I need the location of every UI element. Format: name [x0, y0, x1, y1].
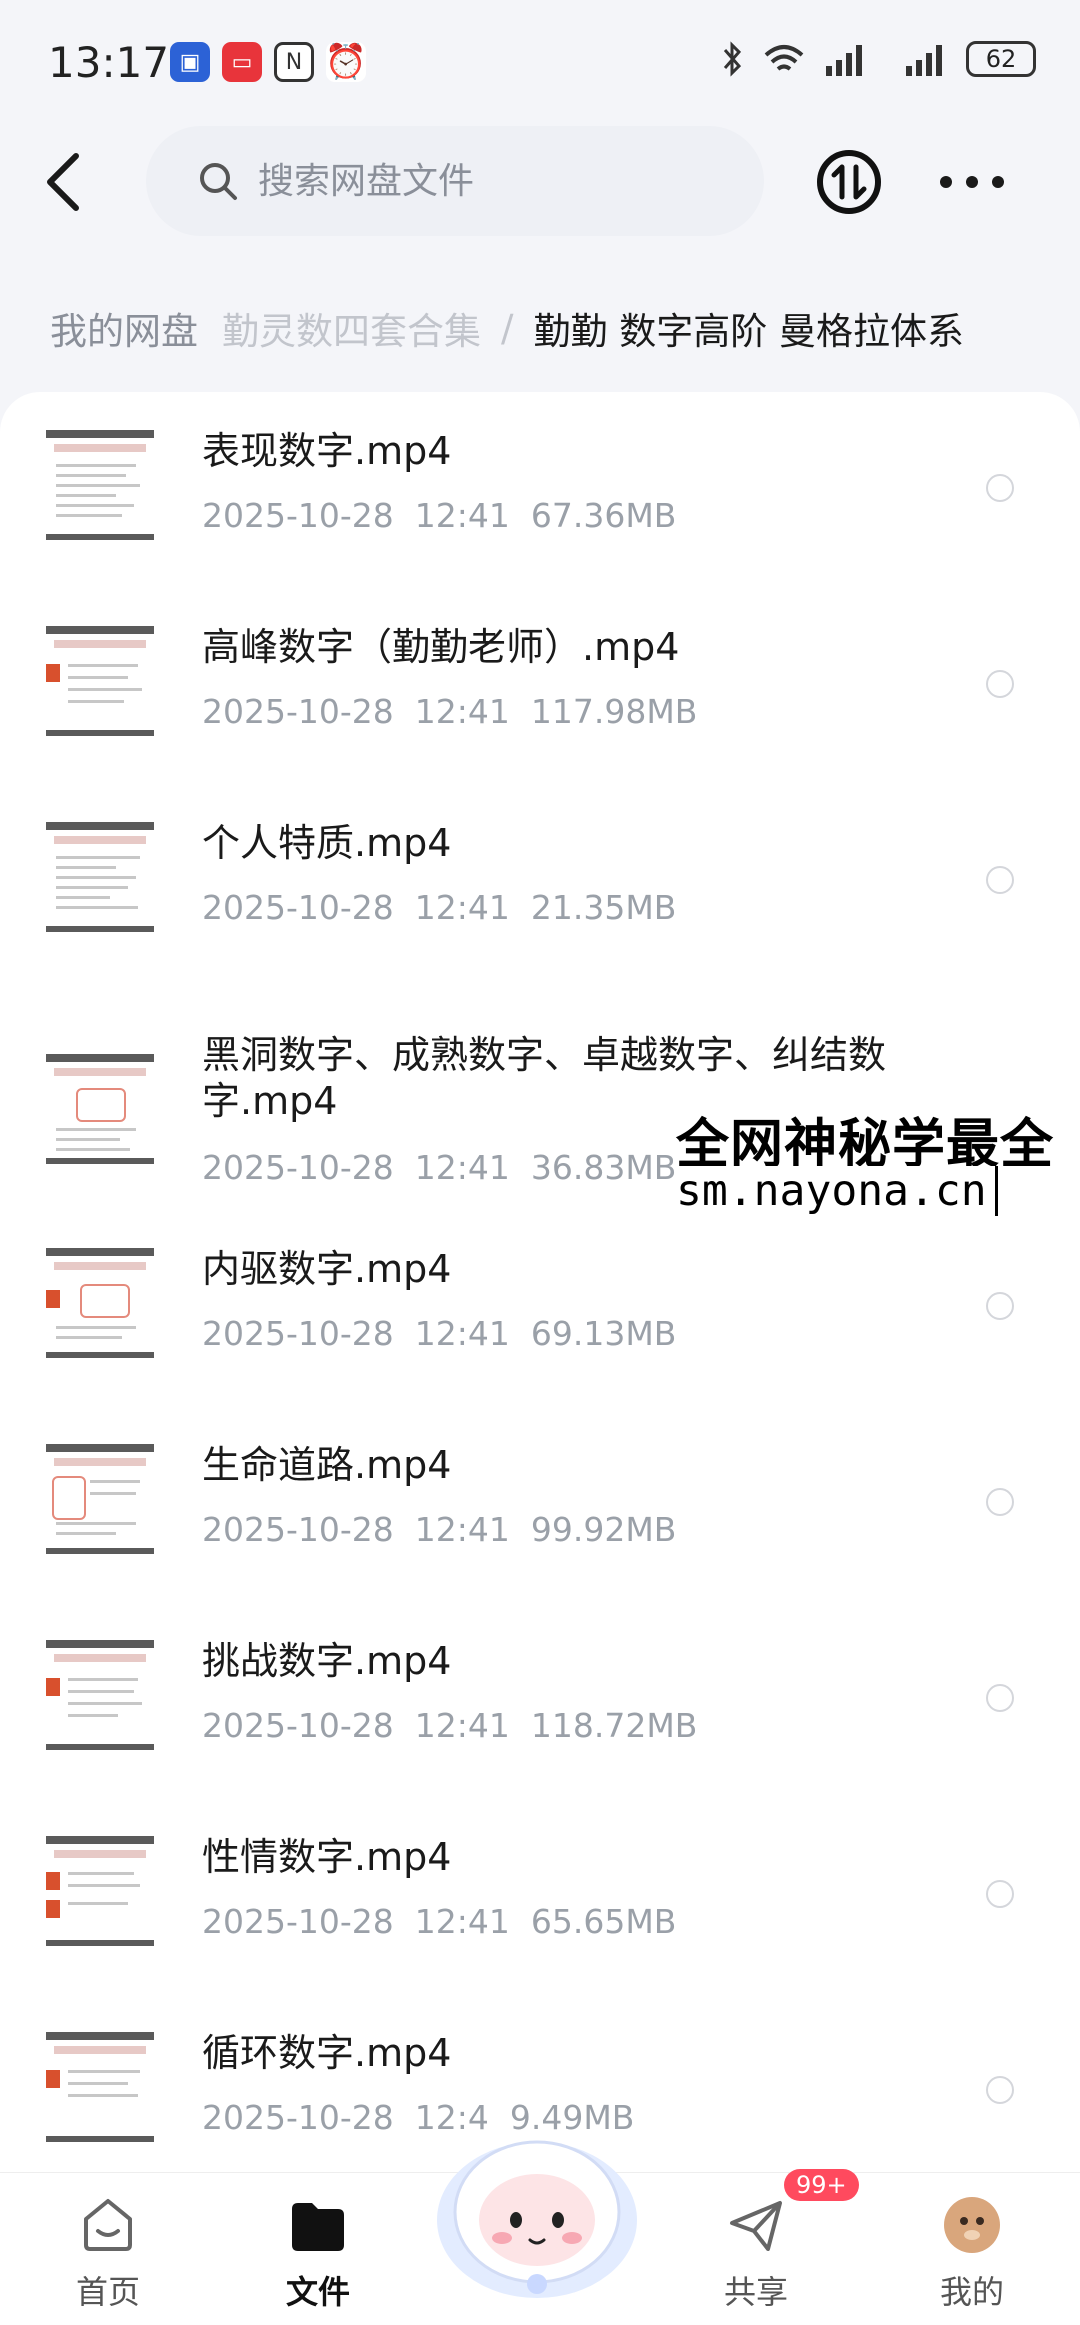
video-thumbnail: [46, 1054, 154, 1164]
back-arrow-icon[interactable]: [38, 150, 98, 214]
file-row[interactable]: 高峰数字（勤勤老师）.mp4 2025-10-28 12:41 117.98MB: [0, 622, 1080, 772]
alarm-icon: ⏰: [324, 42, 368, 82]
nfc-icon: N: [274, 42, 314, 82]
status-bar: 13:17 ▣ ▭ N ⏰ 62: [0, 0, 1080, 120]
notification-icons: ▣ ▭ N ⏰: [170, 42, 368, 82]
file-meta: 2025-10-28 12:41 69.13MB: [202, 1314, 677, 1353]
video-thumbnail: [46, 822, 154, 932]
file-name: 表现数字.mp4: [202, 429, 452, 473]
file-row[interactable]: 生命道路.mp4 2025-10-28 12:41 99.92MB: [0, 1440, 1080, 1590]
battery-level: 62: [985, 45, 1017, 73]
nav-share-label: 共享: [723, 2273, 788, 2311]
file-row[interactable]: 性情数字.mp4 2025-10-28 12:41 65.65MB: [0, 1832, 1080, 1982]
battery-indicator: 62: [966, 41, 1036, 77]
breadcrumb-current: 勤勤 数字高阶 曼格拉体系: [533, 310, 964, 353]
file-row[interactable]: 表现数字.mp4 2025-10-28 12:41 67.36MB: [0, 426, 1080, 576]
video-thumbnail: [46, 1836, 154, 1946]
select-radio[interactable]: [986, 1292, 1014, 1320]
top-bar: [0, 126, 1080, 238]
more-options-icon[interactable]: [940, 166, 1004, 198]
file-name: 性情数字.mp4: [202, 1835, 452, 1879]
breadcrumb: 我的网盘 勤灵数四套合集 / 勤勤 数字高阶 曼格拉体系: [0, 296, 1080, 360]
select-radio[interactable]: [986, 2076, 1014, 2104]
transfer-list-icon[interactable]: [816, 149, 882, 215]
file-meta: 2025-10-28 12:41 65.65MB: [202, 1902, 677, 1941]
file-name: 个人特质.mp4: [202, 821, 452, 865]
wifi-icon: [764, 45, 804, 71]
nav-files[interactable]: 文件: [218, 2173, 418, 2325]
nav-home-label: 首页: [75, 2273, 140, 2311]
nav-mine[interactable]: 我的: [872, 2173, 1072, 2325]
folder-icon: [292, 2203, 344, 2251]
status-time: 13:17: [48, 38, 170, 87]
file-meta: 2025-10-28 12:41 36.83MB: [202, 1148, 677, 1187]
video-thumbnail: [46, 1444, 154, 1554]
file-meta: 2025-10-28 12:41 118.72MB: [202, 1706, 698, 1745]
system-status: 62: [722, 40, 1036, 78]
file-name: 生命道路.mp4: [202, 1443, 452, 1487]
mascot-assistant-icon[interactable]: [432, 2112, 642, 2302]
select-radio[interactable]: [986, 474, 1014, 502]
avatar: [944, 2197, 1000, 2253]
search-icon: [200, 163, 237, 200]
nav-share[interactable]: 99+ 共享: [656, 2169, 859, 2325]
signal-icon: [826, 45, 862, 76]
file-list: 表现数字.mp4 2025-10-28 12:41 67.36MB 高峰数字（勤…: [0, 392, 1080, 2172]
video-thumbnail: [46, 626, 154, 736]
video-thumbnail: [46, 2032, 154, 2142]
select-radio[interactable]: [986, 1880, 1014, 1908]
breadcrumb-root[interactable]: 我的网盘: [50, 301, 198, 355]
file-name: 循环数字.mp4: [202, 2031, 452, 2075]
file-meta: 2025-10-28 12:41 21.35MB: [202, 888, 677, 927]
file-row[interactable]: 挑战数字.mp4 2025-10-28 12:41 118.72MB: [0, 1636, 1080, 1786]
select-radio[interactable]: [986, 1488, 1014, 1516]
file-meta: 2025-10-28 12:41 67.36MB: [202, 496, 677, 535]
search-bar[interactable]: [146, 126, 764, 236]
file-meta: 2025-10-28 12:41 99.92MB: [202, 1510, 677, 1549]
home-icon: [84, 2199, 132, 2251]
select-radio[interactable]: [986, 670, 1014, 698]
breadcrumb-parent[interactable]: 勤灵数四套合集: [222, 301, 481, 355]
signal-icon-2: [906, 45, 942, 76]
search-input[interactable]: [256, 159, 740, 203]
file-meta: 2025-10-28 12:41 117.98MB: [202, 692, 698, 731]
bluetooth-icon: [723, 41, 742, 77]
file-row[interactable]: 个人特质.mp4 2025-10-28 12:41 21.35MB: [0, 818, 1080, 968]
video-thumbnail: [46, 1248, 154, 1358]
select-radio[interactable]: [986, 866, 1014, 894]
breadcrumb-separator: /: [501, 306, 514, 350]
video-thumbnail: [46, 430, 154, 540]
file-name: 内驱数字.mp4: [202, 1247, 452, 1291]
file-row[interactable]: 内驱数字.mp4 2025-10-28 12:41 69.13MB: [0, 1244, 1080, 1394]
file-name: 挑战数字.mp4: [202, 1639, 452, 1683]
video-thumbnail: [46, 1640, 154, 1750]
calendar-app-icon: ▣: [170, 42, 210, 82]
file-name: 高峰数字（勤勤老师）.mp4: [202, 625, 680, 669]
nav-home[interactable]: 首页: [8, 2173, 208, 2325]
select-radio[interactable]: [986, 1684, 1014, 1712]
share-badge: 99+: [784, 2169, 859, 2201]
send-icon: [730, 2201, 782, 2251]
watermark-url: sm.nayona.cn: [676, 1166, 998, 1216]
message-app-icon: ▭: [222, 42, 262, 82]
nav-mine-label: 我的: [939, 2273, 1004, 2311]
nav-files-label: 文件: [285, 2273, 350, 2311]
